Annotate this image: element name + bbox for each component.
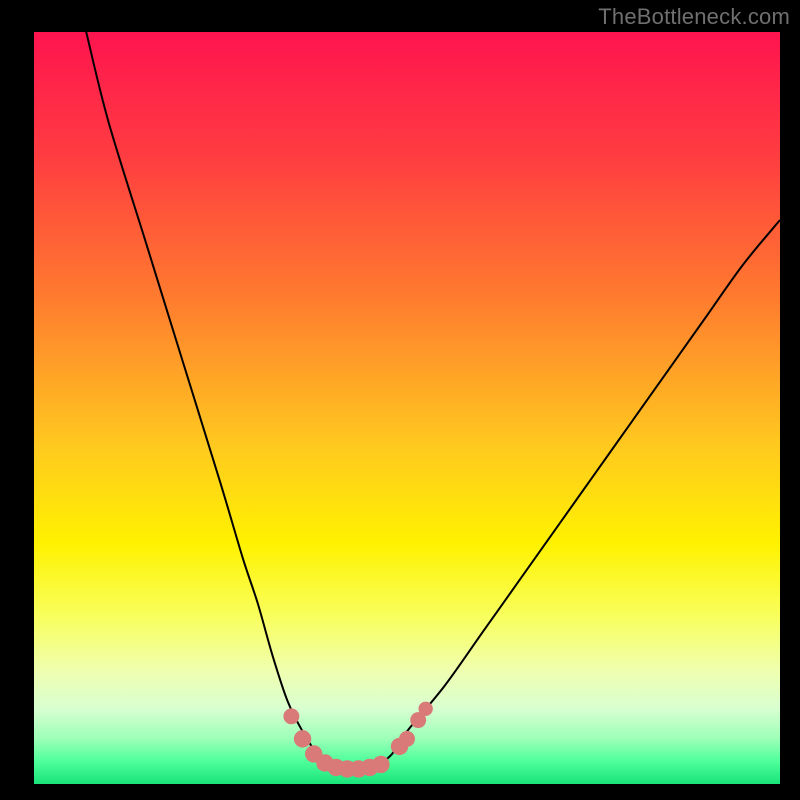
curve-marker (284, 709, 299, 724)
curve-marker (419, 702, 432, 715)
plot-area (34, 32, 780, 784)
watermark-text: TheBottleneck.com (598, 4, 790, 30)
curve-layer (34, 32, 780, 784)
curve-marker (373, 756, 389, 772)
curve-marker (400, 731, 415, 746)
bottleneck-curve (86, 32, 780, 769)
curve-marker (294, 731, 310, 747)
chart-frame: TheBottleneck.com (0, 0, 800, 800)
